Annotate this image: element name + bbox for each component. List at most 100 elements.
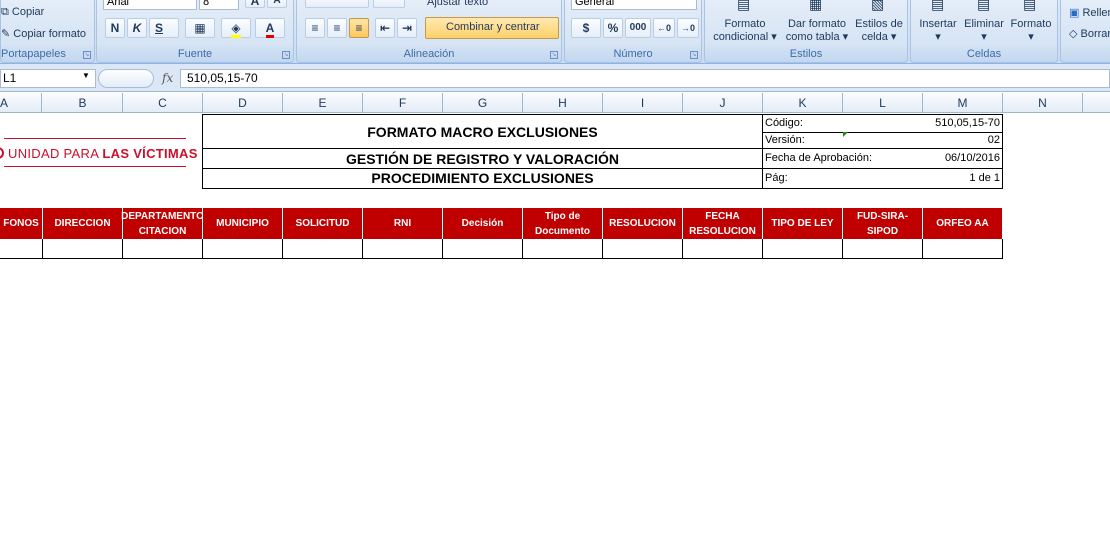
table-cell[interactable]: [763, 239, 843, 259]
column-header-b[interactable]: B: [43, 93, 123, 113]
delete-button[interactable]: ▤ Eliminar ▾: [963, 0, 1005, 44]
outdent-icon: ⇤: [379, 21, 391, 35]
column-header-n[interactable]: N: [1003, 93, 1083, 113]
table-header-cell[interactable]: TIPO DE LEY: [763, 208, 843, 239]
table-cell[interactable]: [683, 239, 763, 259]
table-cell[interactable]: [443, 239, 523, 259]
column-header-a[interactable]: A: [0, 93, 42, 113]
meta-fecha: Fecha de Aprobación: 06/10/2016: [762, 148, 1003, 169]
format-cells-icon: ▤: [1023, 0, 1037, 12]
wrap-text-button[interactable]: Ajustar texto: [427, 0, 488, 8]
format-painter-button[interactable]: ✎ Copiar formato: [1, 27, 86, 40]
table-cell[interactable]: [203, 239, 283, 259]
decrease-decimal-icon: →0: [680, 23, 695, 33]
meta-version: Versión: 02: [762, 132, 1003, 149]
cell-styles-button[interactable]: ▧ Estilos de celda ▾: [851, 0, 907, 44]
font-group-label: Fuente: [177, 48, 213, 60]
format-as-table-button[interactable]: ▦ Dar formato como tabla ▾: [783, 0, 851, 44]
column-header-i[interactable]: I: [603, 93, 683, 113]
font-group: Arial 8 A A N K S ▦ ◈ A Fuente ↘: [96, 0, 294, 63]
table-header-cell[interactable]: FECHA RESOLUCION: [683, 208, 763, 239]
table-cell[interactable]: [0, 239, 43, 259]
table-header-cell[interactable]: DEPARTAMENTO CITACION: [121, 208, 204, 239]
borders-button[interactable]: ▦: [185, 18, 215, 38]
format-title: FORMATO MACRO EXCLUSIONES: [202, 114, 763, 149]
clear-button[interactable]: ◇ Borrar: [1069, 27, 1110, 40]
align-right-button[interactable]: ≡: [349, 18, 369, 38]
align-center-button[interactable]: ≡: [327, 18, 347, 38]
table-cell[interactable]: [43, 239, 123, 259]
table-cell[interactable]: [843, 239, 923, 259]
column-header-c[interactable]: C: [123, 93, 203, 113]
fill-button[interactable]: ▣ Rellenar: [1069, 6, 1110, 19]
format-cells-button[interactable]: ▤ Formato ▾: [1009, 0, 1053, 44]
table-header-cell[interactable]: RNI: [363, 208, 443, 239]
table-header-cell[interactable]: FONOS: [0, 208, 43, 239]
column-header-j[interactable]: J: [683, 93, 763, 113]
decrease-decimal-button[interactable]: →0: [677, 18, 699, 38]
vertical-align-buttons[interactable]: [305, 0, 369, 8]
column-header-l[interactable]: L: [843, 93, 923, 113]
grow-font-button[interactable]: A: [245, 0, 265, 8]
shrink-font-button[interactable]: A: [267, 0, 287, 8]
bold-button[interactable]: N: [105, 18, 125, 38]
table-header-cell[interactable]: Decisión: [443, 208, 523, 239]
increase-decimal-button[interactable]: ←0: [653, 18, 675, 38]
column-header-m[interactable]: M: [923, 93, 1003, 113]
italic-button[interactable]: K: [127, 18, 147, 38]
table-header-cell[interactable]: ORFEO AA: [923, 208, 1003, 239]
table-cell[interactable]: [523, 239, 603, 259]
alignment-launcher-icon[interactable]: ↘: [550, 51, 558, 59]
column-header-f[interactable]: F: [363, 93, 443, 113]
pag-value: 1 de 1: [969, 172, 1000, 184]
copy-button[interactable]: ⧉ Copiar: [1, 6, 44, 19]
insert-button[interactable]: ▤ Insertar ▾: [917, 0, 959, 44]
clipboard-launcher-icon[interactable]: ↘: [83, 51, 91, 59]
table-cell[interactable]: [923, 239, 1003, 259]
clipboard-group: ⧉ Copiar ✎ Copiar formato Portapapeles ↘: [0, 0, 95, 63]
conditional-format-button[interactable]: ▤ Formato condicional ▾: [711, 0, 779, 44]
table-cell[interactable]: [123, 239, 203, 259]
font-color-button[interactable]: A: [255, 18, 285, 38]
pag-label: Pág:: [765, 172, 788, 184]
cells-group: ▤ Insertar ▾ ▤ Eliminar ▾ ▤ Formato ▾ Celdas: [910, 0, 1058, 63]
column-header-k[interactable]: K: [763, 93, 843, 113]
font-name-combo[interactable]: Arial: [103, 0, 197, 10]
ribbon: ⧉ Copiar ✎ Copiar formato Portapapeles ↘…: [0, 0, 1110, 64]
fill-color-button[interactable]: ◈: [221, 18, 251, 38]
name-box-dropdown-icon[interactable]: ▼: [82, 71, 90, 80]
table-cell[interactable]: [363, 239, 443, 259]
align-left-button[interactable]: ≡: [305, 18, 325, 38]
table-cell[interactable]: [283, 239, 363, 259]
table-header-cell[interactable]: DIRECCION: [43, 208, 123, 239]
percent-button[interactable]: %: [603, 18, 623, 38]
font-launcher-icon[interactable]: ↘: [282, 51, 290, 59]
column-header-e[interactable]: E: [283, 93, 363, 113]
meta-pagina: Pág: 1 de 1: [762, 168, 1003, 189]
formula-input[interactable]: 510,05,15-70: [180, 69, 1110, 88]
worksheet[interactable]: UNIDAD PARA LAS VÍCTIMAS FORMATO MACRO E…: [0, 114, 1110, 538]
number-format-combo[interactable]: General: [571, 0, 697, 10]
font-size-combo[interactable]: 8: [199, 0, 239, 10]
table-header-cell[interactable]: FUD-SIRA-SIPOD: [843, 208, 923, 239]
table-header-cell[interactable]: MUNICIPIO: [203, 208, 283, 239]
clipboard-group-label: Portapapeles: [1, 48, 66, 60]
column-header-g[interactable]: G: [443, 93, 523, 113]
increase-indent-button[interactable]: ⇥: [397, 18, 417, 38]
formula-bar-grip[interactable]: [98, 69, 154, 88]
column-header-d[interactable]: D: [203, 93, 283, 113]
thousands-button[interactable]: 000: [625, 18, 651, 38]
table-header-cell[interactable]: Tipo de Documento: [523, 208, 603, 239]
underline-button[interactable]: S: [149, 18, 179, 38]
column-header-h[interactable]: H: [523, 93, 603, 113]
currency-button[interactable]: $: [571, 18, 601, 38]
merge-center-button[interactable]: Combinar y centrar: [425, 17, 559, 39]
orientation-button[interactable]: [373, 0, 405, 8]
table-header-cell[interactable]: SOLICITUD: [283, 208, 363, 239]
number-launcher-icon[interactable]: ↘: [690, 51, 698, 59]
logo-rule-top: [4, 138, 186, 139]
table-cell[interactable]: [603, 239, 683, 259]
insert-function-icon[interactable]: fx: [162, 71, 173, 85]
decrease-indent-button[interactable]: ⇤: [375, 18, 395, 38]
table-header-cell[interactable]: RESOLUCION: [603, 208, 683, 239]
